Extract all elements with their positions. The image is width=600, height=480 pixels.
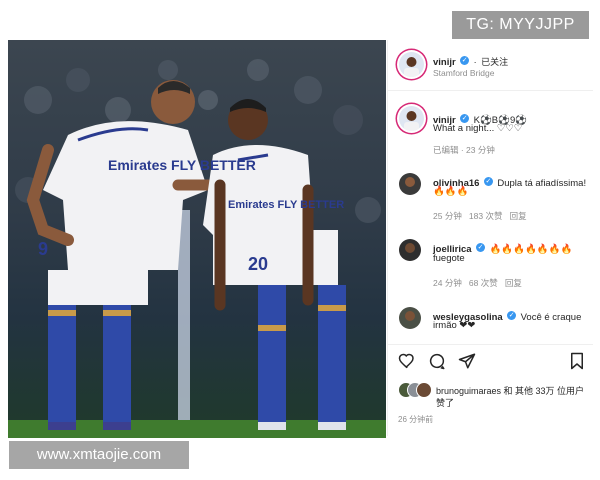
comment-reply[interactable]: 回复 [510,211,527,221]
sponsor-left: Emirates FLY BETTER [108,157,256,173]
verified-badge-icon: ✓ [483,177,493,187]
post-photo[interactable]: Emirates FLY BETTER Emirates FLY BETTER … [8,40,386,438]
caption-avatar[interactable] [399,106,424,131]
post-timestamp: 26 分钟前 [398,415,434,424]
author-avatar[interactable] [399,52,424,77]
watermark-top: TG: MYYJJPP [452,11,589,39]
comment-text: Você é craque [520,312,582,323]
comment-avatar[interactable] [399,239,421,261]
player-right [203,99,346,430]
follow-status[interactable]: 已关注 [481,57,508,67]
comment-reply[interactable]: 回复 [505,278,522,288]
comment-button[interactable] [428,352,446,370]
comment-time: 25 分钟 [433,211,462,221]
avatar-image-icon [405,177,415,187]
comment-likes[interactable]: 68 次赞 [469,278,498,288]
verified-badge-icon: ✓ [507,311,517,321]
comment-text: Dupla tá afiadíssima! [497,178,587,189]
likes-summary-suffix: 赞了 [436,398,455,408]
comment-text-extra: irmão ❤❤ [433,320,476,331]
comment-avatar[interactable] [399,173,421,195]
bookmark-icon [571,352,583,370]
verified-badge-icon: ✓ [460,114,470,124]
caption-line2: What a night... ♡♡♡ [433,123,523,134]
liker-avatar [416,382,432,398]
watermark-bottom: www.xmtaojie.com [9,441,189,469]
comment-text-extra: fuegote [433,253,465,264]
comment-icon [429,353,445,370]
post-location[interactable]: Stamford Bridge [433,68,494,78]
comment-likes[interactable]: 183 次赞 [469,211,503,221]
heart-icon [398,353,414,369]
jersey-number-left: 9 [38,239,48,259]
share-button[interactable] [458,352,476,370]
comment-text: 🔥🔥🔥🔥🔥🔥🔥 [489,244,573,255]
author-username[interactable]: vinijr [433,57,456,68]
comment-time: 24 分钟 [433,278,462,288]
post-header: vinijr ✓ · 已关注 Stamford Bridge [388,40,593,91]
verified-badge-icon: ✓ [476,243,486,253]
sponsor-right: Emirates FLY BETTER [228,199,344,211]
send-icon [458,353,476,369]
save-button[interactable] [569,352,585,370]
avatar-image-icon [404,111,419,131]
post-detail-panel: vinijr ✓ · 已关注 Stamford Bridge vinijr ✓ … [387,40,593,436]
verified-badge-icon: ✓ [460,56,470,66]
divider [388,344,593,345]
avatar-image-icon [405,243,415,253]
liker-avatars[interactable] [398,382,438,398]
avatar-image-icon [404,57,419,77]
photo-illustration: Emirates FLY BETTER Emirates FLY BETTER … [8,59,386,438]
caption-meta: 已编辑 · 23 分钟 [433,145,495,155]
comment-text-emoji: 🔥🔥🔥 [433,186,469,197]
avatar-image-icon [405,311,415,321]
like-button[interactable] [398,352,416,370]
jersey-number-right: 20 [248,254,268,274]
comment-avatar[interactable] [399,307,421,329]
player-left [26,80,224,430]
likes-summary[interactable]: brunoguimaraes 和 其他 33万 位用户 [436,384,584,397]
